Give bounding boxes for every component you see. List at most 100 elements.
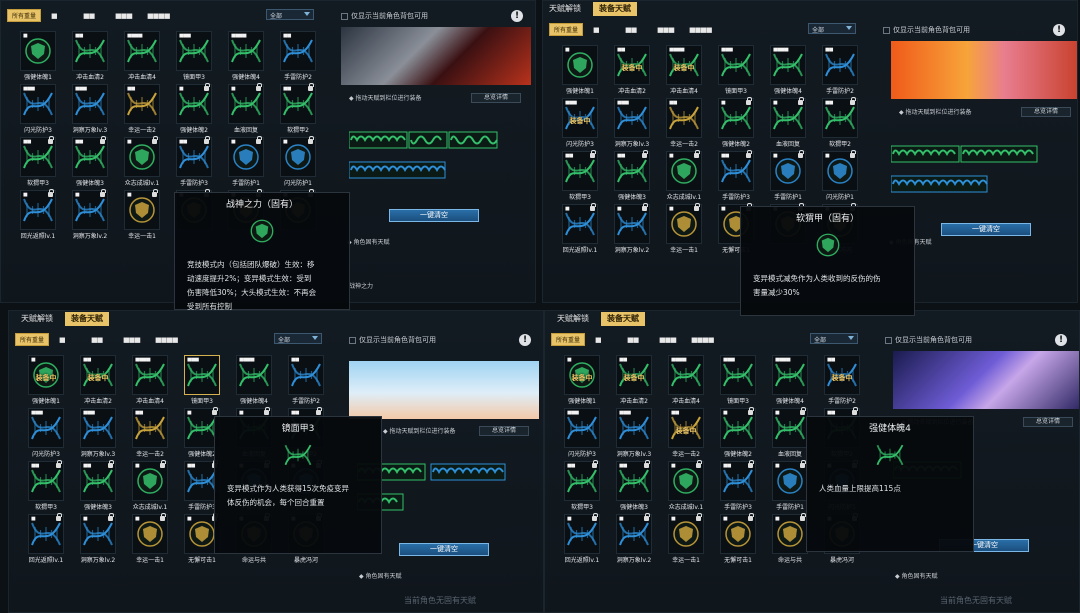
- talent-card[interactable]: ■ 强健体魄1: [555, 45, 605, 98]
- category-dropdown[interactable]: 全部: [274, 333, 322, 344]
- talent-card[interactable]: ■■■ 闪光防护3: [557, 408, 607, 461]
- talent-card-frame[interactable]: ■: [666, 203, 702, 244]
- talent-card-frame[interactable]: ■: [132, 513, 168, 554]
- talent-card[interactable]: ■■■■ 装备中 冲击血清4: [659, 45, 709, 98]
- talent-card[interactable]: ■ 回光返照lv.1: [13, 189, 63, 243]
- filter-weight-1-button[interactable]: ■: [593, 26, 615, 34]
- talent-card[interactable]: ■ 回光返照lv.1: [557, 513, 607, 567]
- talent-card[interactable]: ■ 强健体魄1: [13, 31, 63, 84]
- talent-card-frame[interactable]: ■: [772, 460, 808, 501]
- talent-card-frame[interactable]: ■■ 装备中: [80, 355, 116, 395]
- filter-weight-1-button[interactable]: ■: [59, 336, 81, 344]
- talent-card-frame[interactable]: ■■: [280, 31, 316, 71]
- filter-weight-2-button[interactable]: ■■: [91, 336, 113, 344]
- talent-card-frame[interactable]: ■: [614, 203, 650, 244]
- talent-card[interactable]: ■ 众志成城lv.1: [659, 150, 709, 204]
- talent-card[interactable]: ■ 血液回复: [763, 97, 813, 151]
- available-only-checkbox[interactable]: 仅显示当前角色背包可用: [883, 25, 970, 35]
- talent-card[interactable]: ■■ 幸运一击2: [125, 408, 175, 461]
- talent-card-frame[interactable]: ■■: [72, 31, 108, 71]
- talent-card[interactable]: ■ 手雷防护1: [221, 136, 271, 190]
- talent-card[interactable]: ■ 洞察万象lv.2: [609, 513, 659, 567]
- talent-card[interactable]: ■ 强健体魄2: [713, 407, 763, 461]
- talent-card-frame[interactable]: ■: [228, 136, 264, 177]
- filter-all-button[interactable]: 所有重量: [15, 333, 50, 346]
- overview-button[interactable]: 总览详情: [1023, 417, 1073, 427]
- talent-card-frame[interactable]: ■■: [28, 460, 64, 501]
- checkbox-box[interactable]: [349, 336, 356, 344]
- talent-card[interactable]: ■■■■ 冲击血清4: [661, 355, 711, 408]
- talent-card-frame[interactable]: ■: [176, 83, 212, 124]
- talent-card-frame[interactable]: ■: [772, 513, 808, 554]
- talent-card[interactable]: ■■ 装备中 冲击血清2: [609, 355, 659, 408]
- talent-card[interactable]: ■ 幸运一击1: [117, 189, 167, 243]
- talent-card-frame[interactable]: ■■■: [720, 355, 756, 395]
- talent-card[interactable]: ■ 强健体魄2: [169, 83, 219, 137]
- talent-card[interactable]: ■■■ 镜面甲3: [713, 355, 763, 408]
- filter-weight-1-button[interactable]: ■: [595, 336, 617, 344]
- talent-card-frame[interactable]: ■■: [666, 98, 702, 138]
- talent-card[interactable]: ■ 无懈可击1: [713, 513, 763, 567]
- talent-card[interactable]: ■■ 幸运一击2: [659, 98, 709, 151]
- clear-all-button[interactable]: 一键清空: [941, 223, 1031, 236]
- filter-weight-2-button[interactable]: ■■: [627, 336, 649, 344]
- talent-card-frame[interactable]: ■■: [822, 97, 858, 138]
- talent-card[interactable]: ■■ 手雷防护2: [281, 355, 331, 408]
- talent-card-frame[interactable]: ■: [132, 460, 168, 501]
- info-icon[interactable]: !: [1053, 24, 1065, 36]
- talent-card[interactable]: ■■ 软猬甲3: [555, 150, 605, 204]
- talent-card[interactable]: ■■ 手雷防护3: [169, 136, 219, 190]
- talent-card-frame[interactable]: ■■■■ 装备中: [666, 45, 702, 85]
- talent-card-frame[interactable]: ■■: [72, 136, 108, 177]
- talent-card[interactable]: ■■■ 镜面甲3: [711, 45, 761, 98]
- filter-all-button[interactable]: 所有重量: [551, 333, 586, 346]
- talent-card[interactable]: ■ 手雷防护1: [763, 150, 813, 204]
- talent-card[interactable]: ■■ 强健体魄3: [73, 460, 123, 514]
- talent-card-frame[interactable]: ■■■■: [770, 45, 806, 85]
- category-dropdown[interactable]: 全部: [808, 23, 856, 34]
- talent-card-frame[interactable]: ■■■: [72, 84, 108, 124]
- talent-card[interactable]: ■■■ 洞察万象lv.3: [609, 408, 659, 461]
- talent-card[interactable]: ■■■ 洞察万象lv.3: [73, 408, 123, 461]
- talent-card-frame[interactable]: ■: [770, 150, 806, 191]
- talent-card[interactable]: ■■■ 洞察万象lv.3: [65, 84, 115, 137]
- talent-card[interactable]: ■■■ 洞察万象lv.3: [607, 98, 657, 151]
- talent-card[interactable]: ■■■■ 强健体魄4: [765, 355, 815, 408]
- talent-card[interactable]: ■■ 幸运一击2: [117, 84, 167, 137]
- talent-card[interactable]: ■ 回光返照lv.1: [555, 203, 605, 257]
- talent-card-frame[interactable]: ■■: [614, 150, 650, 191]
- filter-all-button[interactable]: 所有重量: [549, 23, 584, 36]
- filter-weight-4-button[interactable]: ■■■■: [689, 26, 712, 34]
- filter-weight-2-button[interactable]: ■■: [625, 26, 647, 34]
- talent-card-frame[interactable]: ■■■■: [132, 355, 168, 395]
- talent-card[interactable]: ■■ 软猬甲2: [815, 97, 865, 151]
- talent-card[interactable]: ■■ 手雷防护2: [815, 45, 865, 98]
- talent-card-frame[interactable]: ■■: [616, 460, 652, 501]
- talent-card[interactable]: ■ 回光返照lv.1: [21, 513, 71, 567]
- talent-card-frame[interactable]: ■■ 装备中: [668, 408, 704, 448]
- talent-card-frame[interactable]: ■: [280, 136, 316, 177]
- talent-card[interactable]: ■■■■ 强健体魄4: [229, 355, 279, 408]
- talent-card[interactable]: ■ 装备中 强健体魄1: [557, 355, 607, 408]
- talent-card[interactable]: ■ 幸运一击1: [661, 513, 711, 567]
- talent-card[interactable]: ■ 洞察万象lv.2: [73, 513, 123, 567]
- talent-card-frame[interactable]: ■■■: [184, 355, 220, 395]
- talent-card[interactable]: ■■■ 装备中 闪光防护3: [555, 98, 605, 151]
- talent-card[interactable]: ■ 众志成城lv.1: [661, 460, 711, 514]
- talent-card-frame[interactable]: ■: [562, 203, 598, 244]
- talent-card[interactable]: ■■ 冲击血清2: [65, 31, 115, 84]
- talent-card[interactable]: ■■ 手雷防护3: [713, 460, 763, 514]
- info-icon[interactable]: !: [519, 334, 531, 346]
- filter-all-button[interactable]: 所有重量: [7, 9, 42, 22]
- talent-card-frame[interactable]: ■: [564, 513, 600, 554]
- talent-card-frame[interactable]: ■■: [562, 150, 598, 191]
- talent-card-frame[interactable]: ■: [28, 513, 64, 554]
- talent-card-frame[interactable]: ■■ 装备中: [614, 45, 650, 85]
- tab-unlock[interactable]: 天赋解锁: [15, 312, 59, 326]
- talent-card-frame[interactable]: ■■■■: [124, 31, 160, 71]
- available-only-checkbox[interactable]: 仅显示当前角色背包可用: [885, 335, 972, 345]
- talent-card-frame[interactable]: ■■: [176, 136, 212, 177]
- talent-card-frame[interactable]: ■■: [822, 45, 858, 85]
- talent-card[interactable]: ■■ 装备中 冲击血清2: [73, 355, 123, 408]
- talent-card-frame[interactable]: ■: [772, 407, 808, 448]
